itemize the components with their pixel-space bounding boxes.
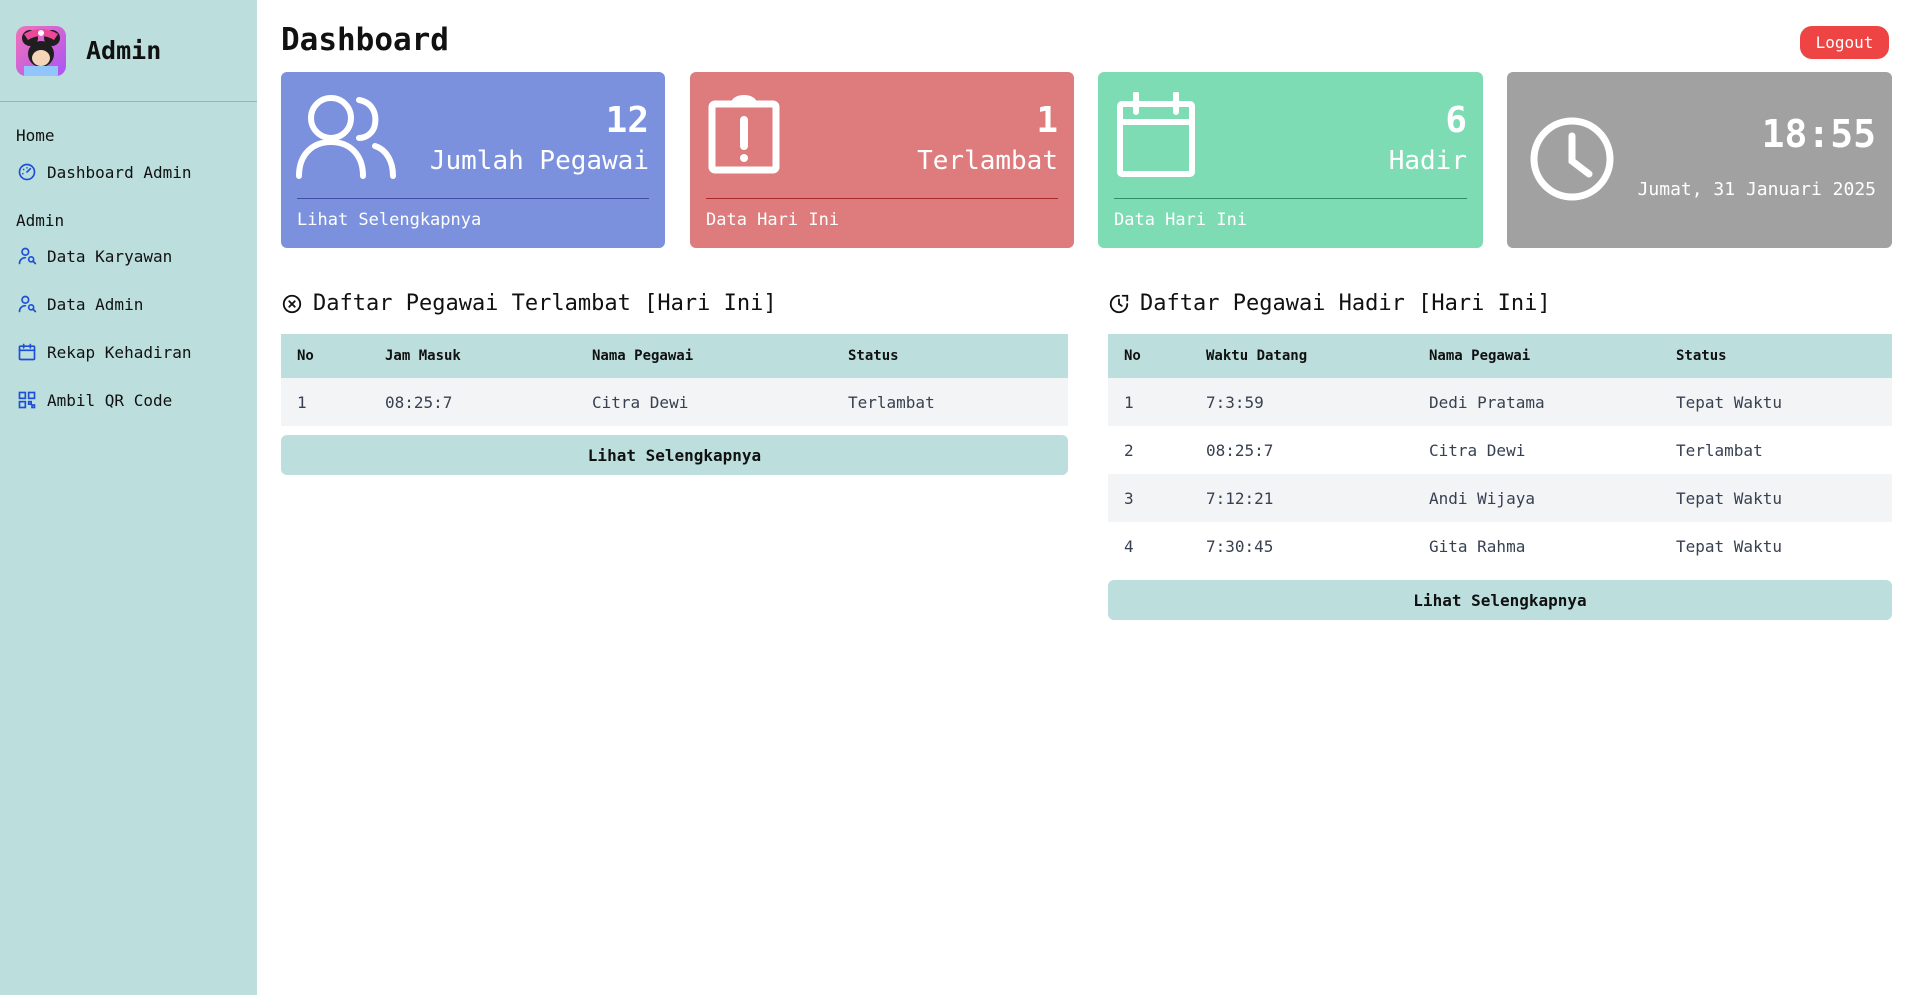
qr-code-icon [16, 389, 38, 411]
card-clock: 18:55 Jumat, 31 Januari 2025 [1507, 72, 1892, 248]
brand-title: Admin [86, 36, 162, 65]
sidebar-item-label: Data Karyawan [47, 246, 173, 266]
column-header: No [1124, 348, 1141, 364]
card-label: Jumlah Pegawai [429, 146, 649, 176]
users-icon [16, 293, 38, 315]
card-divider [1114, 198, 1467, 199]
table-row: 1 08:25:7 Citra Dewi Terlambat [281, 378, 1068, 426]
table-header-row: No Waktu Datang Nama Pegawai Status [1108, 334, 1892, 378]
late-see-more-button[interactable]: Lihat Selengkapnya [281, 435, 1068, 475]
card-label: Hadir [1388, 146, 1467, 176]
clock-icon [1529, 116, 1615, 206]
gauge-icon [16, 161, 38, 183]
card-terlambat: 1 Terlambat Data Hari Ini [690, 72, 1074, 248]
sidebar-item-data-karyawan[interactable]: Data Karyawan [0, 241, 257, 271]
clock-check-icon [1108, 293, 1130, 315]
sidebar-item-label: Ambil QR Code [47, 390, 173, 410]
sidebar-item-rekap-kehadiran[interactable]: Rekap Kehadiran [0, 337, 257, 367]
sidebar: Admin Home Dashboard Admin Admin Data Ka… [0, 0, 257, 995]
card-footer: Data Hari Ini [1114, 210, 1248, 230]
sidebar-item-ambil-qr-code[interactable]: Ambil QR Code [0, 385, 257, 415]
sidebar-item-data-admin[interactable]: Data Admin [0, 289, 257, 319]
column-header: No [297, 348, 314, 364]
column-header: Nama Pegawai [1429, 348, 1531, 364]
sidebar-item-label: Dashboard Admin [47, 162, 192, 182]
card-divider [297, 198, 649, 199]
column-header: Status [848, 348, 899, 364]
cell-no: 1 [297, 392, 307, 412]
cell-time: 08:25:7 [385, 392, 453, 412]
card-footer: Data Hari Ini [706, 210, 840, 230]
cell-no: 4 [1124, 536, 1134, 556]
card-link-lihat-selengkapnya[interactable]: Lihat Selengkapnya [297, 210, 481, 230]
table-row: 2 08:25:7 Citra Dewi Terlambat [1108, 426, 1892, 474]
x-circle-icon [281, 293, 303, 315]
nav-section-home: Home [16, 126, 55, 145]
column-header: Nama Pegawai [592, 348, 694, 364]
users-icon [295, 92, 397, 184]
card-hadir: 6 Hadir Data Hari Ini [1098, 72, 1483, 248]
card-jumlah-pegawai: 12 Jumlah Pegawai Lihat Selengkapnya [281, 72, 665, 248]
cell-name: Gita Rahma [1429, 536, 1526, 556]
late-count: 1 [1036, 100, 1058, 141]
cell-no: 1 [1124, 392, 1134, 412]
card-label: Terlambat [917, 146, 1058, 176]
calendar-icon [16, 341, 38, 363]
sidebar-item-dashboard-admin[interactable]: Dashboard Admin [0, 157, 257, 187]
table-header-row: No Jam Masuk Nama Pegawai Status [281, 334, 1068, 378]
cell-time: 7:30:45 [1206, 536, 1274, 556]
cell-status: Terlambat [848, 392, 935, 412]
logout-button[interactable]: Logout [1800, 26, 1889, 59]
cell-status: Terlambat [1676, 440, 1763, 460]
card-divider [706, 198, 1058, 199]
present-section-title: Daftar Pegawai Hadir [Hari Ini] [1108, 291, 1551, 316]
section-title-text: Daftar Pegawai Hadir [Hari Ini] [1140, 291, 1551, 316]
current-date: Jumat, 31 Januari 2025 [1637, 179, 1876, 200]
page-title: Dashboard [281, 22, 449, 58]
cell-name: Dedi Pratama [1429, 392, 1545, 412]
avatar [16, 25, 66, 76]
present-table: No Waktu Datang Nama Pegawai Status 1 7:… [1108, 334, 1892, 570]
table-row: 4 7:30:45 Gita Rahma Tepat Waktu [1108, 522, 1892, 570]
cell-status: Tepat Waktu [1676, 536, 1782, 556]
late-section-title: Daftar Pegawai Terlambat [Hari Ini] [281, 291, 777, 316]
sidebar-item-label: Data Admin [47, 294, 144, 314]
cell-time: 7:12:21 [1206, 488, 1274, 508]
cell-no: 3 [1124, 488, 1134, 508]
employee-count: 12 [605, 100, 649, 141]
late-table: No Jam Masuk Nama Pegawai Status 1 08:25… [281, 334, 1068, 426]
table-row: 3 7:12:21 Andi Wijaya Tepat Waktu [1108, 474, 1892, 522]
current-time: 18:55 [1761, 112, 1876, 156]
cell-name: Andi Wijaya [1429, 488, 1535, 508]
cell-no: 2 [1124, 440, 1134, 460]
calendar-icon [1112, 91, 1196, 182]
cell-status: Tepat Waktu [1676, 392, 1782, 412]
sidebar-brand: Admin [0, 0, 257, 102]
section-title-text: Daftar Pegawai Terlambat [Hari Ini] [313, 291, 777, 316]
column-header: Waktu Datang [1206, 348, 1308, 364]
column-header: Status [1676, 348, 1727, 364]
cell-name: Citra Dewi [592, 392, 689, 412]
column-header: Jam Masuk [385, 348, 461, 364]
cell-time: 08:25:7 [1206, 440, 1274, 460]
sidebar-item-label: Rekap Kehadiran [47, 342, 192, 362]
present-see-more-button[interactable]: Lihat Selengkapnya [1108, 580, 1892, 620]
present-count: 6 [1445, 100, 1467, 141]
cell-time: 7:3:59 [1206, 392, 1264, 412]
clipboard-alert-icon [704, 92, 788, 182]
table-row: 1 7:3:59 Dedi Pratama Tepat Waktu [1108, 378, 1892, 426]
cell-name: Citra Dewi [1429, 440, 1526, 460]
nav-section-admin: Admin [16, 211, 65, 230]
cell-status: Tepat Waktu [1676, 488, 1782, 508]
users-icon [16, 245, 38, 267]
